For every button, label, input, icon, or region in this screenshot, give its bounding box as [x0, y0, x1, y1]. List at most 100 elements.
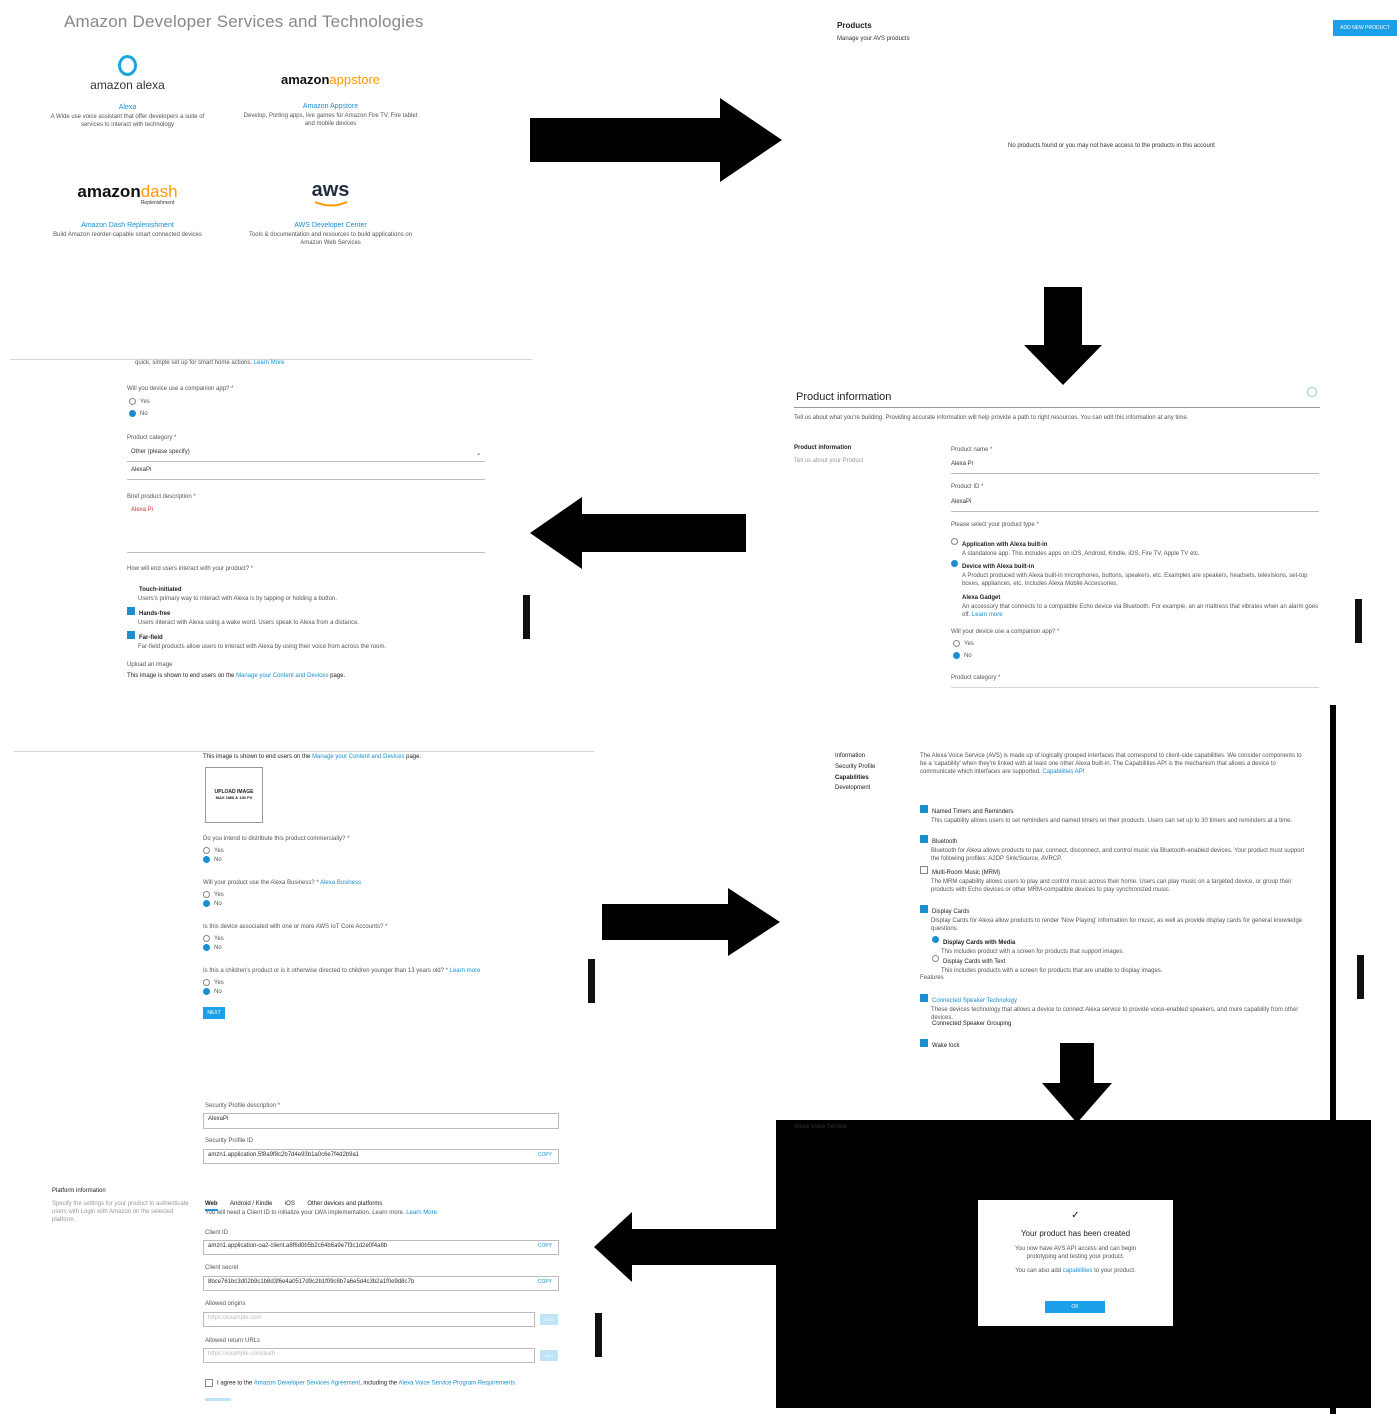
step4-image-link[interactable]: Manage your Content and Devices — [236, 673, 328, 679]
cap-wake[interactable]: Wake lock — [920, 1034, 959, 1052]
nav-information[interactable]: Information — [835, 753, 875, 761]
client-id-copy-button[interactable]: COPY — [538, 1243, 552, 1249]
step4-learn-more[interactable]: Learn More — [254, 360, 285, 366]
alexa-business-link[interactable]: Alexa Business — [320, 880, 361, 886]
step4-no-radio[interactable] — [129, 410, 136, 417]
nav-security-profile[interactable]: Security Profile — [835, 764, 875, 772]
step5-image-link[interactable]: Manage your Content and Devices — [312, 754, 404, 760]
display-media-radio[interactable] — [932, 936, 939, 944]
feedback-tab-5[interactable] — [588, 959, 595, 1003]
q1-no[interactable]: No — [203, 855, 349, 865]
step4-yes-radio[interactable] — [129, 398, 136, 405]
cap-wake-checkbox[interactable] — [920, 1038, 928, 1047]
type-gadget-learn-more[interactable]: Learn more — [972, 612, 1003, 618]
service-aws[interactable]: aws AWS Developer Center Tools & documen… — [243, 180, 418, 248]
type-app-radio[interactable] — [951, 538, 958, 546]
service-dash[interactable]: amazondash Replenishment Amazon Dash Rep… — [40, 183, 215, 240]
help-icon[interactable] — [1307, 387, 1317, 397]
appstore-link[interactable]: Amazon Appstore — [243, 103, 418, 110]
add-new-product-button[interactable]: ADD NEW PRODUCT — [1333, 20, 1397, 36]
next-button[interactable]: NEXT — [203, 1007, 225, 1019]
capabilities-api-link[interactable]: Capabilities API — [1042, 769, 1084, 775]
alexa-link[interactable]: Alexa — [40, 104, 215, 111]
companion-no[interactable]: No — [953, 652, 972, 661]
interaction-farfield-checkbox[interactable] — [127, 630, 135, 639]
tab-ios[interactable]: iOS — [285, 1201, 295, 1207]
product-id-field[interactable]: AlexaPi — [951, 499, 1319, 512]
type-option-device[interactable]: Device with Alexa built-in A Product pro… — [951, 555, 1321, 589]
step4-no-label: No — [140, 411, 148, 418]
step4-companion-no[interactable]: No — [129, 410, 148, 419]
step4-companion-yes[interactable]: Yes — [129, 398, 150, 407]
upload-image-box[interactable]: UPLOAD IMAGE MAX 1MB & 150 PX — [205, 767, 263, 823]
feedback-tab-4[interactable] — [523, 595, 530, 639]
type-option-gadget[interactable]: Alexa Gadget An accessory that connects … — [951, 586, 1321, 620]
nav-development[interactable]: Development — [835, 785, 875, 793]
feedback-tab-8[interactable] — [595, 1313, 602, 1357]
service-appstore[interactable]: amazonappstore Amazon Appstore Develop, … — [243, 72, 418, 129]
nav-capabilities[interactable]: Capabilities — [835, 775, 875, 783]
aws-link[interactable]: AWS Developer Center — [243, 222, 418, 229]
tab-android[interactable]: Android / Kindle — [230, 1201, 272, 1207]
feedback-tab-3[interactable] — [1355, 599, 1362, 643]
category-underline — [951, 687, 1319, 688]
display-opt-text[interactable]: Display Cards with Text This includes pr… — [932, 950, 1292, 976]
ok-button[interactable]: OK — [1045, 1301, 1105, 1313]
display-text-radio[interactable] — [932, 955, 939, 963]
cap-display-checkbox[interactable] — [920, 904, 928, 913]
interaction-touch[interactable]: Touch-initiated Users's primary way to i… — [127, 578, 527, 604]
type-gadget-name: Alexa Gadget — [962, 595, 1001, 601]
returns-input[interactable]: https://example.com/auth — [203, 1348, 535, 1363]
product-name-field[interactable]: Alexa Pi — [951, 461, 1319, 474]
cap-mrm[interactable]: Multi-Room Music (MRM) The MRM capabilit… — [920, 861, 1305, 895]
companion-no-radio[interactable] — [953, 652, 960, 659]
interaction-handsfree-checkbox[interactable] — [127, 606, 135, 615]
feedback-tab-6[interactable] — [1357, 955, 1364, 999]
q3-yes[interactable]: Yes — [203, 934, 387, 944]
step4-category-other-field[interactable]: AlexaPi — [127, 467, 485, 480]
type-device-radio[interactable] — [951, 560, 958, 568]
step4-category-select[interactable]: Other (please specify) ⌄ — [127, 449, 485, 462]
cap-csl-checkbox[interactable] — [920, 993, 928, 1002]
client-id-field[interactable]: amzn1.application-oa2-client.a8f6d0b5b2c… — [203, 1240, 559, 1255]
q3-no[interactable]: No — [203, 943, 387, 953]
agreement-link[interactable]: Amazon Developer Services Agreement — [254, 1381, 360, 1387]
client-secret-field[interactable]: 8bce761bc3d02b9c1b8d3f6e4a0517d9c2b1f09c… — [203, 1276, 559, 1291]
interaction-touch-checkbox[interactable] — [127, 583, 135, 591]
cap-bluetooth-checkbox[interactable] — [920, 834, 928, 843]
service-alexa[interactable]: amazon alexa Alexa A Wide use voice assi… — [40, 55, 215, 130]
companion-yes[interactable]: Yes — [953, 640, 974, 649]
agree-checkbox[interactable] — [205, 1379, 213, 1387]
cap-display[interactable]: Display Cards Display Cards for Alexa al… — [920, 900, 1305, 934]
capabilities-link[interactable]: capabilities — [1063, 1268, 1093, 1274]
step4-desc-textarea[interactable]: Alexa Pi — [127, 507, 485, 553]
cap-timers-checkbox[interactable] — [920, 804, 928, 813]
q4-yes[interactable]: Yes — [203, 978, 503, 988]
cap-mrm-desc: The MRM capability allows users to play … — [931, 879, 1292, 893]
dash-link[interactable]: Amazon Dash Replenishment — [40, 222, 215, 229]
step4-category-label: Product category * — [127, 435, 177, 441]
sp-desc-field[interactable]: AlexaPi — [203, 1113, 559, 1129]
children-learn-more-link[interactable]: Learn more — [450, 968, 481, 974]
sp-id-field[interactable]: amzn1.application.5f8a9f8c2b7d4e93b1a0c6… — [203, 1149, 559, 1164]
web-note-link[interactable]: Learn More — [406, 1210, 437, 1216]
q2-no[interactable]: No — [203, 899, 361, 909]
agree-row[interactable]: I agree to the Amazon Developer Services… — [205, 1379, 515, 1388]
secret-copy-button[interactable]: COPY — [538, 1279, 552, 1285]
cap-bluetooth[interactable]: Bluetooth Bluetooth for Alexa allows pro… — [920, 830, 1305, 864]
cap-csl[interactable]: Connected Speaker Technology These devic… — [920, 989, 1305, 1023]
companion-yes-radio[interactable] — [953, 640, 960, 647]
interaction-farfield[interactable]: Far-field Far-field products allow users… — [127, 626, 527, 652]
q2-yes[interactable]: Yes — [203, 890, 361, 900]
requirements-link[interactable]: Alexa Voice Service Program Requirements — [398, 1381, 515, 1387]
cap-mrm-checkbox[interactable] — [920, 865, 928, 874]
origins-input[interactable]: https://example.com — [203, 1312, 535, 1327]
q4-no[interactable]: No — [203, 987, 503, 997]
sp-id-copy-button[interactable]: COPY — [538, 1152, 552, 1158]
returns-add-button[interactable]: ADD — [540, 1350, 558, 1361]
interaction-handsfree[interactable]: Hands-free Users interact with Alexa usi… — [127, 602, 527, 628]
q1-yes[interactable]: Yes — [203, 846, 349, 856]
tab-other[interactable]: Other devices and platforms — [307, 1201, 382, 1207]
origins-add-button[interactable]: ADD — [540, 1314, 558, 1325]
cap-timers[interactable]: Named Timers and Reminders This capabili… — [920, 800, 1305, 826]
